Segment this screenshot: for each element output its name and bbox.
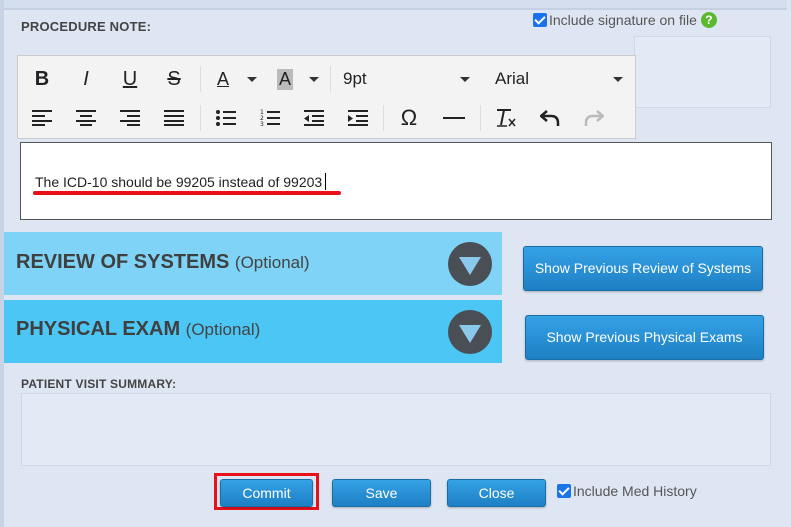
procedure-note-editor[interactable]: The ICD-10 should be 99205 instead of 99…: [20, 142, 772, 220]
review-of-systems-title-text: REVIEW OF SYSTEMS: [16, 251, 230, 273]
review-of-systems-section[interactable]: REVIEW OF SYSTEMS (Optional): [4, 232, 502, 295]
close-button[interactable]: Close: [447, 479, 546, 507]
top-strip: [4, 0, 787, 10]
undo-icon[interactable]: [535, 103, 565, 133]
align-left-icon[interactable]: [27, 103, 57, 133]
toolbar-separator: [330, 66, 331, 92]
font-family-dropdown-icon[interactable]: [613, 77, 623, 82]
strikethrough-button[interactable]: S: [159, 64, 189, 94]
text-cursor: [325, 173, 327, 190]
clear-formatting-icon[interactable]: [491, 103, 521, 133]
background-color-button[interactable]: A: [270, 64, 300, 94]
patient-visit-summary-box[interactable]: [21, 393, 771, 466]
include-med-history-checkbox[interactable]: [557, 484, 571, 498]
toolbar-separator: [383, 105, 384, 131]
bullet-list-icon[interactable]: [211, 103, 241, 133]
patient-visit-summary-label: PATIENT VISIT SUMMARY:: [21, 377, 177, 391]
background-color-glyph: A: [276, 68, 293, 90]
physical-exam-section[interactable]: PHYSICAL EXAM (Optional): [4, 300, 502, 363]
toolbar-separator: [200, 66, 201, 92]
editor-text: The ICD-10 should be 99205 instead of 99…: [35, 174, 323, 190]
toolbar-separator: [480, 105, 481, 131]
include-med-history-label: Include Med History: [573, 483, 697, 499]
include-signature-option: Include signature on file ?: [533, 12, 717, 28]
include-signature-label: Include signature on file: [549, 12, 697, 28]
toolbar-separator: [200, 105, 201, 131]
align-center-icon[interactable]: [71, 103, 101, 133]
physical-exam-title-text: PHYSICAL EXAM: [16, 318, 181, 340]
bold-button[interactable]: B: [27, 64, 57, 94]
underline-button[interactable]: U: [115, 64, 145, 94]
include-med-history-option: Include Med History: [557, 483, 697, 499]
show-previous-review-of-systems-button[interactable]: Show Previous Review of Systems: [523, 246, 763, 291]
special-character-button[interactable]: Ω: [394, 103, 424, 133]
review-of-systems-title: REVIEW OF SYSTEMS (Optional): [16, 251, 310, 274]
include-signature-checkbox[interactable]: [533, 13, 547, 27]
signature-box: [634, 36, 771, 108]
horizontal-rule-icon[interactable]: [439, 103, 469, 133]
font-size-dropdown-icon[interactable]: [460, 77, 470, 82]
editor-toolbar: B I U S A A 9pt Arial 123 Ω: [17, 55, 636, 139]
outdent-icon[interactable]: [299, 103, 329, 133]
indent-icon[interactable]: [343, 103, 373, 133]
show-previous-physical-exams-button[interactable]: Show Previous Physical Exams: [525, 315, 764, 360]
physical-exam-optional: (Optional): [185, 320, 261, 339]
text-color-button[interactable]: A: [208, 64, 238, 94]
save-button[interactable]: Save: [332, 479, 431, 507]
procedure-note-label: PROCEDURE NOTE:: [21, 19, 152, 34]
text-color-dropdown-icon[interactable]: [247, 77, 257, 82]
expand-physical-exam-icon[interactable]: [448, 310, 492, 354]
physical-exam-title: PHYSICAL EXAM (Optional): [16, 318, 260, 341]
help-icon[interactable]: ?: [700, 12, 717, 28]
background-color-dropdown-icon[interactable]: [309, 77, 319, 82]
review-of-systems-optional: (Optional): [234, 253, 310, 272]
italic-button[interactable]: I: [71, 64, 101, 94]
font-size-select[interactable]: 9pt: [343, 69, 367, 89]
red-underline-annotation: [33, 191, 341, 195]
svg-text:3: 3: [260, 121, 264, 127]
align-right-icon[interactable]: [115, 103, 145, 133]
font-family-select[interactable]: Arial: [495, 69, 529, 89]
expand-review-of-systems-icon[interactable]: [448, 242, 492, 286]
redo-icon[interactable]: [579, 103, 609, 133]
justify-icon[interactable]: [159, 103, 189, 133]
numbered-list-icon[interactable]: 123: [255, 103, 285, 133]
editor-content: The ICD-10 should be 99205 instead of 99…: [35, 173, 327, 190]
commit-button[interactable]: Commit: [220, 479, 313, 507]
